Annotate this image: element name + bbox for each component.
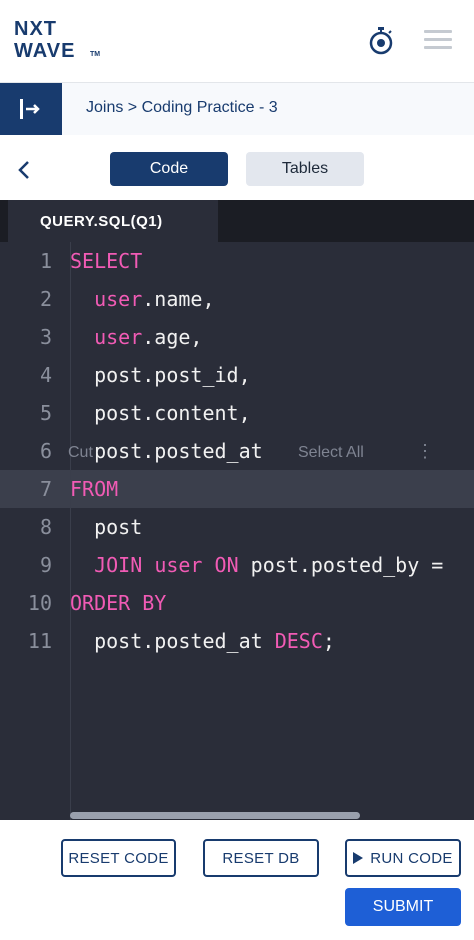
logo-text-line2: WAVE	[14, 40, 76, 62]
line-number: 2	[39, 287, 52, 311]
file-tab-query-sql[interactable]: QUERY.SQL(Q1)	[8, 200, 218, 242]
sidebar-expand-icon	[20, 99, 40, 119]
code-text[interactable]: post	[70, 508, 142, 546]
sidebar-toggle-button[interactable]	[0, 83, 62, 135]
code-line[interactable]: 6 post.posted_at	[0, 432, 474, 470]
stopwatch-icon[interactable]	[366, 26, 396, 56]
code-line[interactable]: 3 user.age,	[0, 318, 474, 356]
run-code-button[interactable]: RUN CODE	[345, 839, 461, 877]
breadcrumb[interactable]: Joins > Coding Practice - 3	[86, 99, 278, 117]
code-line[interactable]: 1 SELECT	[0, 242, 474, 280]
line-number: 7	[39, 477, 52, 501]
code-line[interactable]: 2 user.name,	[0, 280, 474, 318]
horizontal-scrollbar[interactable]	[70, 812, 360, 819]
sql-keyword: FROM	[70, 477, 119, 501]
code-text[interactable]: FROM	[70, 470, 118, 508]
code-token: post	[70, 515, 143, 539]
line-number: 3	[39, 325, 52, 349]
code-text[interactable]: ORDER BY	[70, 584, 166, 622]
submit-button[interactable]: SUBMIT	[345, 888, 461, 926]
logo-trademark: TM	[90, 51, 101, 58]
code-token: post.posted_at	[70, 629, 275, 653]
code-line[interactable]: 8 post	[0, 508, 474, 546]
code-text[interactable]: JOIN user ON post.posted_by =	[70, 546, 443, 584]
code-token: post.posted_by =	[238, 553, 444, 577]
sql-keyword: ORDER BY	[70, 591, 167, 615]
reset-code-button[interactable]: RESET CODE	[61, 839, 176, 877]
code-token: .age,	[142, 325, 203, 349]
sql-keyword: user	[94, 287, 143, 311]
code-line[interactable]: 11 post.posted_at DESC;	[0, 622, 474, 660]
code-token: post.post_id,	[70, 363, 251, 387]
code-token: .name,	[142, 287, 215, 311]
line-number: 11	[27, 629, 52, 653]
code-text[interactable]: post.content,	[70, 394, 251, 432]
line-number: 4	[39, 363, 52, 387]
code-line[interactable]: 4 post.post_id,	[0, 356, 474, 394]
gutter-divider	[70, 242, 71, 820]
line-number: 8	[39, 515, 52, 539]
code-editor[interactable]: QUERY.SQL(Q1) 1 SELECT 2 user.name, 3 user.…	[0, 200, 474, 820]
sql-keyword: user	[94, 325, 143, 349]
sql-keyword: JOIN	[94, 553, 143, 577]
file-tab-bar: QUERY.SQL(Q1)	[0, 200, 474, 242]
play-icon	[353, 852, 364, 864]
code-line[interactable]: 10 ORDER BY	[0, 584, 474, 622]
code-token: post.content,	[70, 401, 251, 425]
line-number: 6	[39, 439, 52, 463]
code-token: post.posted_at	[70, 439, 263, 463]
sql-keyword: DESC	[274, 629, 323, 653]
logo-text-line1: NXT	[14, 18, 57, 40]
line-number: 1	[39, 249, 52, 273]
line-number: 10	[27, 591, 52, 615]
code-line[interactable]: 7 FROM	[0, 470, 474, 508]
code-text[interactable]: SELECT	[70, 242, 142, 280]
back-chevron-icon[interactable]	[14, 159, 36, 181]
action-bar: RESET CODE RESET DB RUN CODE SUBMIT	[0, 820, 474, 940]
code-line[interactable]: 5 post.content,	[0, 394, 474, 432]
breadcrumb-bar: Joins > Coding Practice - 3	[0, 83, 474, 135]
run-code-label: RUN CODE	[370, 849, 453, 867]
line-number: 5	[39, 401, 52, 425]
sql-keyword: user	[154, 553, 203, 577]
code-text[interactable]: user.name,	[70, 280, 215, 318]
code-text[interactable]: post.post_id,	[70, 356, 251, 394]
tab-code[interactable]: Code	[110, 152, 228, 186]
code-token: ;	[322, 629, 335, 653]
sql-keyword: ON	[214, 553, 239, 577]
code-text[interactable]: post.posted_at DESC;	[70, 622, 335, 660]
hamburger-menu-icon[interactable]	[424, 30, 452, 50]
code-text[interactable]: post.posted_at	[70, 432, 263, 470]
line-number: 9	[39, 553, 52, 577]
top-navbar: NXT WAVE TM	[0, 0, 474, 83]
nxtwave-logo[interactable]: NXT WAVE TM	[14, 18, 124, 66]
tab-tables[interactable]: Tables	[246, 152, 364, 186]
editor-tabs-bar: Code Tables	[0, 135, 474, 200]
code-line[interactable]: 9 JOIN user ON post.posted_by =	[0, 546, 474, 584]
sql-keyword: SELECT	[70, 249, 143, 273]
reset-db-button[interactable]: RESET DB	[203, 839, 319, 877]
code-text[interactable]: user.age,	[70, 318, 202, 356]
